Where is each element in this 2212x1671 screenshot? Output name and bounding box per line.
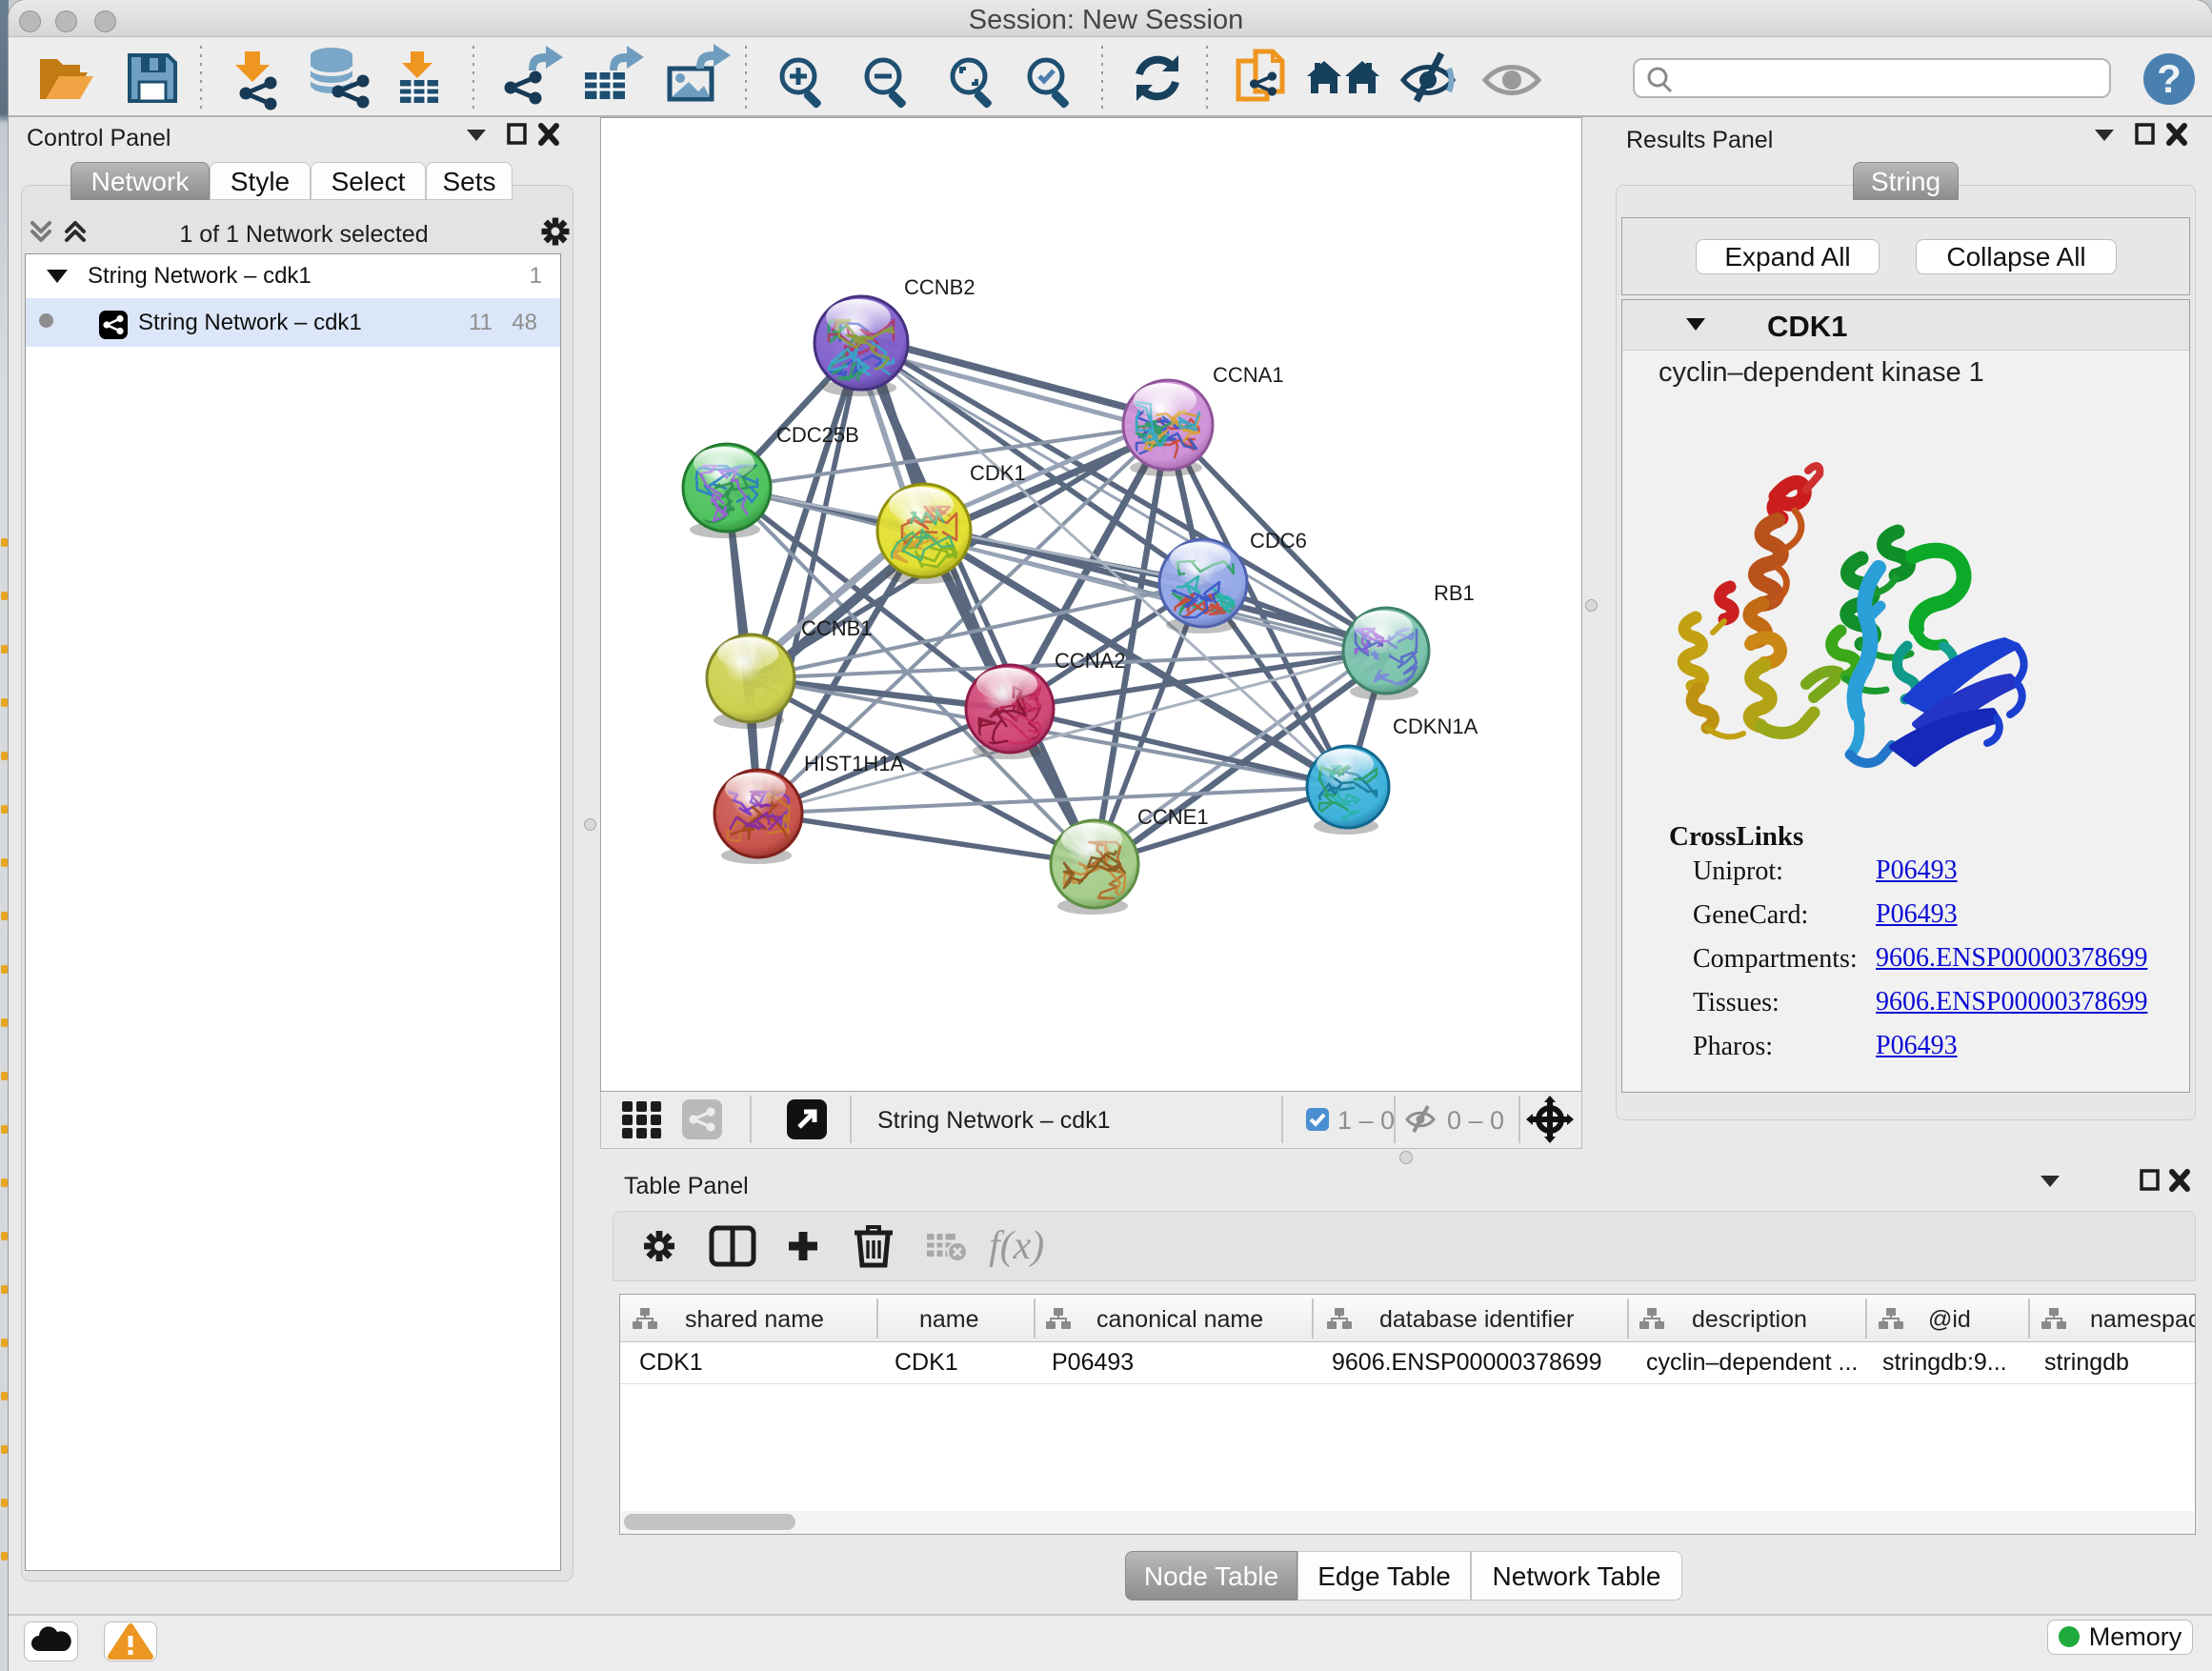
svg-text:canonical name: canonical name — [1096, 1306, 1263, 1333]
svg-text:RB1: RB1 — [1434, 581, 1475, 605]
svg-text:shared name: shared name — [685, 1306, 824, 1333]
svg-text:0 – 0: 0 – 0 — [1447, 1106, 1504, 1135]
svg-text:database identifier: database identifier — [1379, 1306, 1574, 1333]
svg-text:1 – 0: 1 – 0 — [1337, 1106, 1395, 1135]
svg-text:String Network – cdk1: String Network – cdk1 — [877, 1107, 1111, 1134]
svg-text:namespac: namespac — [2090, 1306, 2195, 1333]
svg-text:CCNA1: CCNA1 — [1213, 363, 1284, 387]
svg-text:description: description — [1692, 1306, 1807, 1333]
svg-text:?: ? — [2157, 56, 2182, 101]
svg-text:CCNE1: CCNE1 — [1137, 805, 1209, 829]
svg-text:1 of 1 Network selected: 1 of 1 Network selected — [179, 221, 428, 248]
svg-text:HIST1H1A: HIST1H1A — [804, 752, 904, 775]
svg-text:CDK1: CDK1 — [970, 461, 1026, 485]
svg-text:CCNA2: CCNA2 — [1055, 649, 1126, 673]
svg-text:CDC6: CDC6 — [1250, 529, 1307, 553]
svg-text:f(x): f(x) — [989, 1224, 1044, 1268]
svg-text:CDKN1A: CDKN1A — [1393, 715, 1478, 738]
svg-text:@id: @id — [1928, 1306, 1971, 1333]
svg-text:CCNB2: CCNB2 — [904, 275, 975, 299]
svg-text:CCNB1: CCNB1 — [801, 616, 873, 640]
svg-text:CDC25B: CDC25B — [776, 423, 859, 447]
svg-text:name: name — [919, 1306, 979, 1333]
